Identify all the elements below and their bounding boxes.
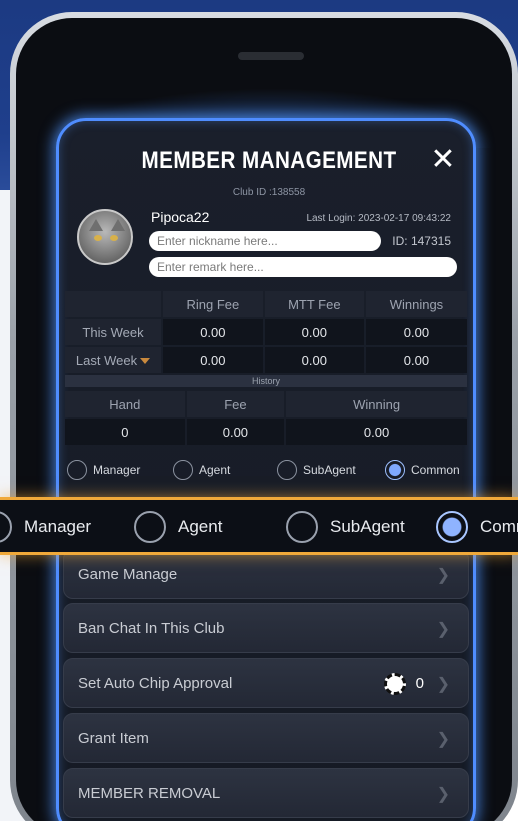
chip-approval-count: 0: [415, 675, 424, 692]
radio-icon: [0, 511, 12, 543]
cat-ear-right: [111, 219, 125, 231]
role-radio-agent[interactable]: Agent: [173, 460, 230, 480]
radio-icon: [277, 460, 297, 480]
table-cell: 0.00: [186, 419, 285, 445]
menu-label: Set Auto Chip Approval: [78, 675, 233, 692]
menu-label: Ban Chat In This Club: [78, 620, 225, 637]
zoom-role-agent[interactable]: Agent: [134, 511, 222, 543]
table-cell: 0.00: [264, 319, 364, 345]
modal-title: MEMBER MANAGEMENT: [141, 147, 397, 174]
row-label-this-week: This Week: [65, 319, 161, 345]
radio-label: Agent: [199, 463, 231, 477]
table-header-row: Hand Fee Winning: [65, 391, 467, 417]
radio-label: Comm: [480, 517, 518, 536]
chevron-right-icon: ❯: [436, 567, 450, 584]
auto-chip-approval-button[interactable]: Set Auto Chip Approval 0 ❯: [63, 658, 469, 708]
table-cell: 0.00: [286, 419, 467, 445]
close-icon[interactable]: ✕: [426, 143, 460, 177]
ban-chat-button[interactable]: Ban Chat In This Club ❯: [63, 603, 469, 653]
column-header: MTT Fee: [264, 291, 364, 317]
chevron-right-icon: ❯: [436, 676, 450, 693]
menu-label: MEMBER REMOVAL: [78, 785, 221, 802]
chevron-right-icon: ❯: [436, 786, 450, 803]
radio-label: Agent: [178, 517, 223, 536]
column-header: Ring Fee: [163, 291, 263, 317]
table-cell: 0.00: [365, 347, 467, 373]
radio-selected-icon: [436, 511, 468, 543]
menu-label: Game Manage: [78, 566, 178, 583]
zoom-role-common[interactable]: Comm: [436, 511, 518, 543]
cat-eye-right: [110, 235, 118, 241]
last-login: Last Login: 2023-02-17 09:43:22: [306, 213, 451, 224]
column-header: Winning: [286, 391, 467, 417]
table-cell: 0: [65, 419, 185, 445]
nickname-input[interactable]: [149, 231, 381, 251]
history-table: Hand Fee Winning 0 0.00 0.00: [63, 389, 469, 447]
table-corner: [65, 291, 161, 317]
member-removal-button[interactable]: MEMBER REMOVAL ❯: [63, 768, 469, 818]
game-manage-button[interactable]: Game Manage ❯: [63, 549, 469, 599]
role-radio-subagent[interactable]: SubAgent: [277, 460, 356, 480]
role-radio-manager[interactable]: Manager: [67, 460, 140, 480]
phone-speaker: [238, 52, 304, 60]
table-cell: 0.00: [264, 347, 364, 373]
club-id: Club ID :138558: [232, 187, 306, 198]
radio-label: Manager: [24, 517, 92, 536]
chevron-right-icon: ❯: [436, 731, 450, 748]
table-cell: 0.00: [163, 347, 263, 373]
radio-selected-icon: [385, 460, 405, 480]
grant-item-button[interactable]: Grant Item ❯: [63, 713, 469, 763]
radio-icon: [286, 511, 318, 543]
zoom-role-manager[interactable]: Manager: [0, 511, 91, 543]
remark-input[interactable]: [149, 257, 457, 277]
column-header: Hand: [65, 391, 185, 417]
member-id: ID: 147315: [392, 234, 451, 248]
member-management-modal: MEMBER MANAGEMENT ✕ Club ID :138558 Pipo…: [56, 118, 476, 821]
chevron-right-icon: ❯: [436, 621, 450, 638]
column-header: Winnings: [365, 291, 467, 317]
role-radio-group: Manager Agent SubAgent Common: [65, 457, 469, 483]
table-row: 0 0.00 0.00: [65, 419, 467, 445]
menu-label: Grant Item: [78, 730, 149, 747]
avatar: [77, 209, 133, 265]
cat-ear-left: [89, 219, 103, 231]
fee-stats-table: Ring Fee MTT Fee Winnings This Week 0.00…: [63, 289, 469, 375]
radio-label: SubAgent: [303, 463, 356, 477]
role-radio-common[interactable]: Common: [385, 460, 460, 480]
table-cell: 0.00: [163, 319, 263, 345]
radio-icon: [67, 460, 87, 480]
table-row: This Week 0.00 0.00 0.00: [65, 319, 467, 345]
radio-label: Manager: [93, 463, 141, 477]
table-header-row: Ring Fee MTT Fee Winnings: [65, 291, 467, 317]
column-header: Fee: [186, 391, 285, 417]
radio-icon: [173, 460, 193, 480]
poker-chip-icon[interactable]: [384, 673, 406, 695]
table-cell: 0.00: [365, 319, 467, 345]
radio-icon: [134, 511, 166, 543]
row-label-last-week: Last Week: [75, 352, 138, 368]
caret-down-icon: [140, 358, 151, 365]
table-row: Last Week 0.00 0.00 0.00: [65, 347, 467, 373]
radio-label: Common: [411, 463, 460, 477]
cat-eye-left: [94, 235, 102, 241]
role-radio-zoom-highlight: Manager Agent SubAgent Comm: [0, 497, 518, 555]
radio-label: SubAgent: [330, 517, 405, 536]
zoom-role-subagent[interactable]: SubAgent: [286, 511, 405, 543]
history-title: History: [65, 375, 467, 387]
week-selector[interactable]: Last Week: [65, 347, 161, 373]
username: Pipoca22: [151, 209, 210, 225]
